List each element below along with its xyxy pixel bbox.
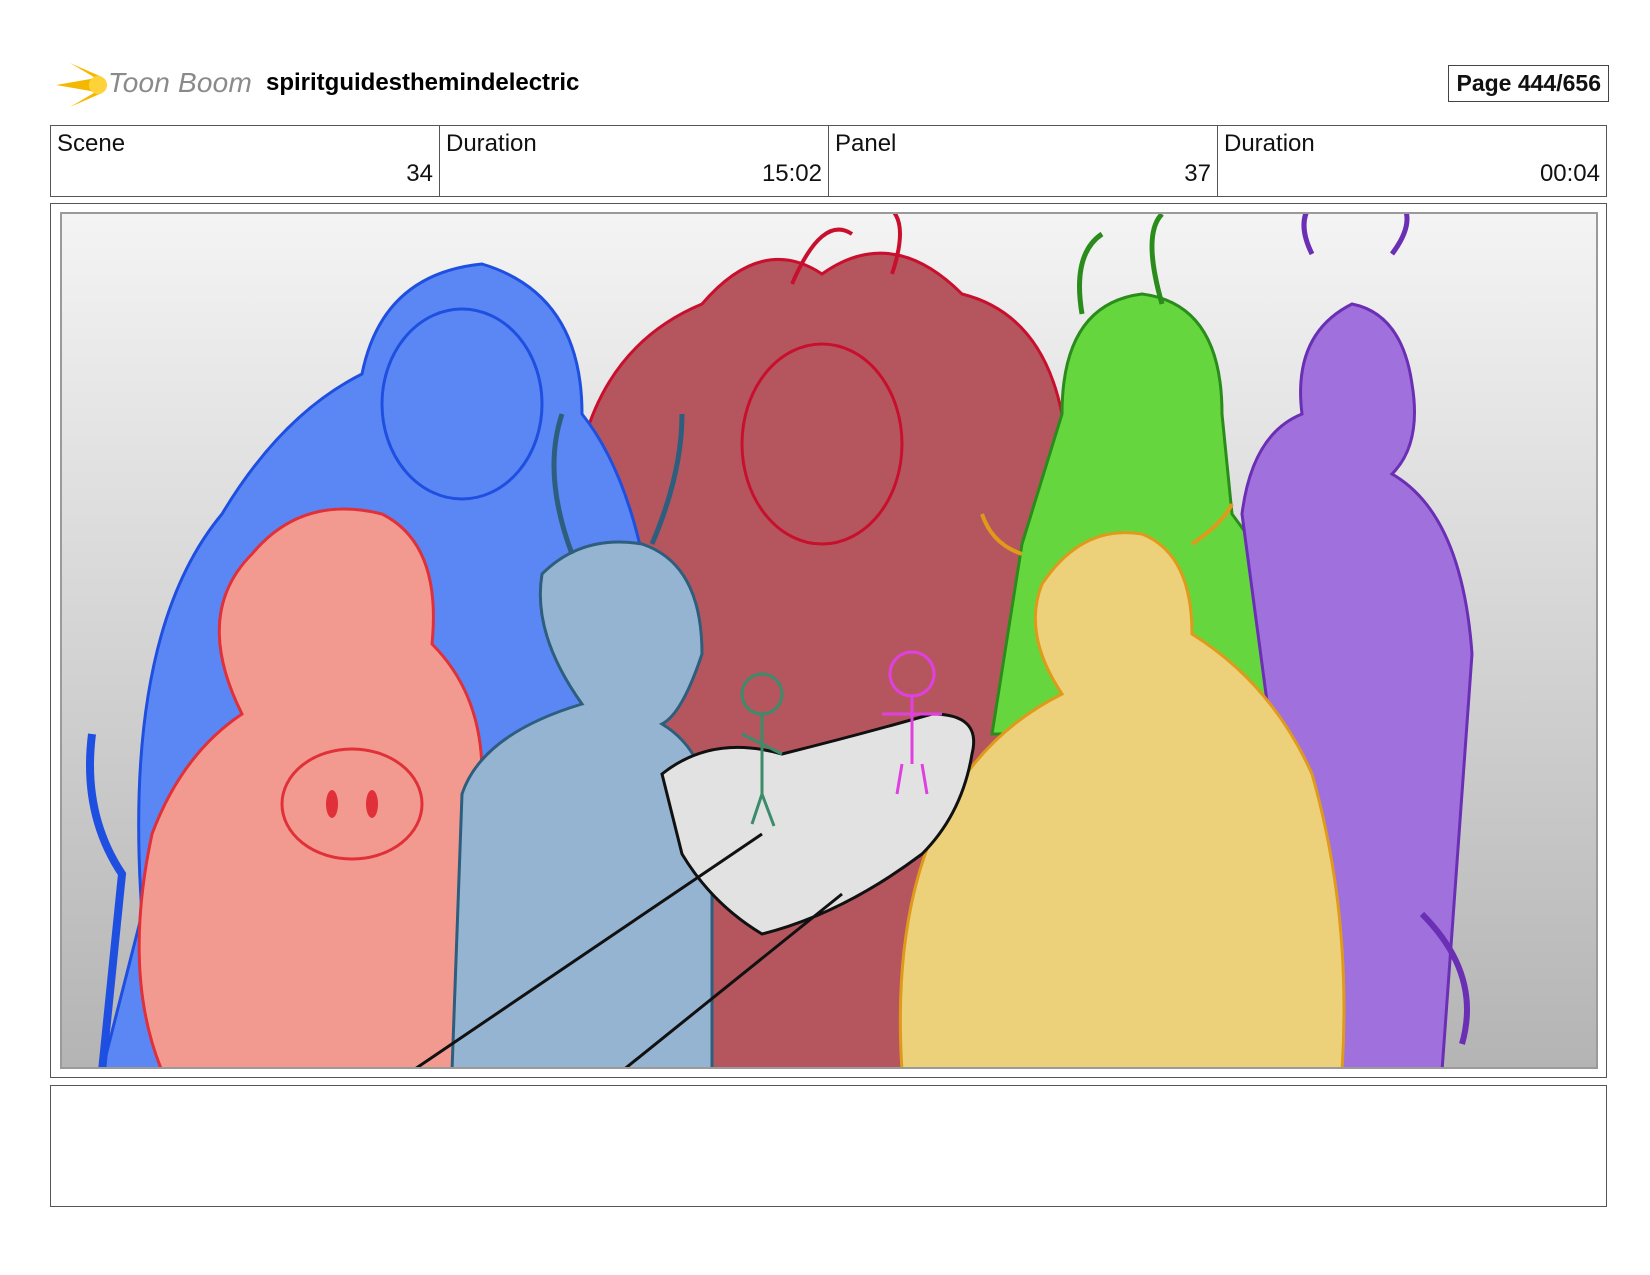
scene-cell: Scene 34: [51, 126, 440, 196]
scene-value: 34: [406, 160, 433, 187]
toon-boom-logo: Toon Boom: [52, 55, 252, 115]
scene-duration-label: Duration: [446, 130, 537, 157]
panel-cell: Panel 37: [829, 126, 1218, 196]
page-number: Page 444/656: [1448, 65, 1609, 102]
scene-info-table: Scene 34 Duration 15:02 Panel 37 Duratio…: [50, 125, 1607, 197]
logo-text: Toon Boom: [108, 67, 252, 98]
panel-duration-value: 00:04: [1539, 160, 1600, 187]
project-title: spiritguidesthemindelectric: [266, 69, 580, 96]
scene-label: Scene: [57, 130, 126, 157]
panel-label: Panel: [835, 130, 897, 157]
scene-duration-cell: Duration 15:02: [440, 126, 829, 196]
starburst-icon: [56, 59, 107, 111]
panel-duration-label: Duration: [1224, 130, 1315, 157]
panel-duration-cell: Duration 00:04: [1218, 126, 1606, 196]
scene-duration-value: 15:02: [761, 160, 822, 187]
panel-value: 37: [1184, 160, 1211, 187]
panel-notes-box: [50, 1085, 1607, 1207]
storyboard-header: Toon Boom spiritguidesthemindelectric Pa…: [52, 55, 1609, 115]
character-lineup-illustration: [86, 214, 1474, 1067]
panel-image: [60, 212, 1598, 1069]
